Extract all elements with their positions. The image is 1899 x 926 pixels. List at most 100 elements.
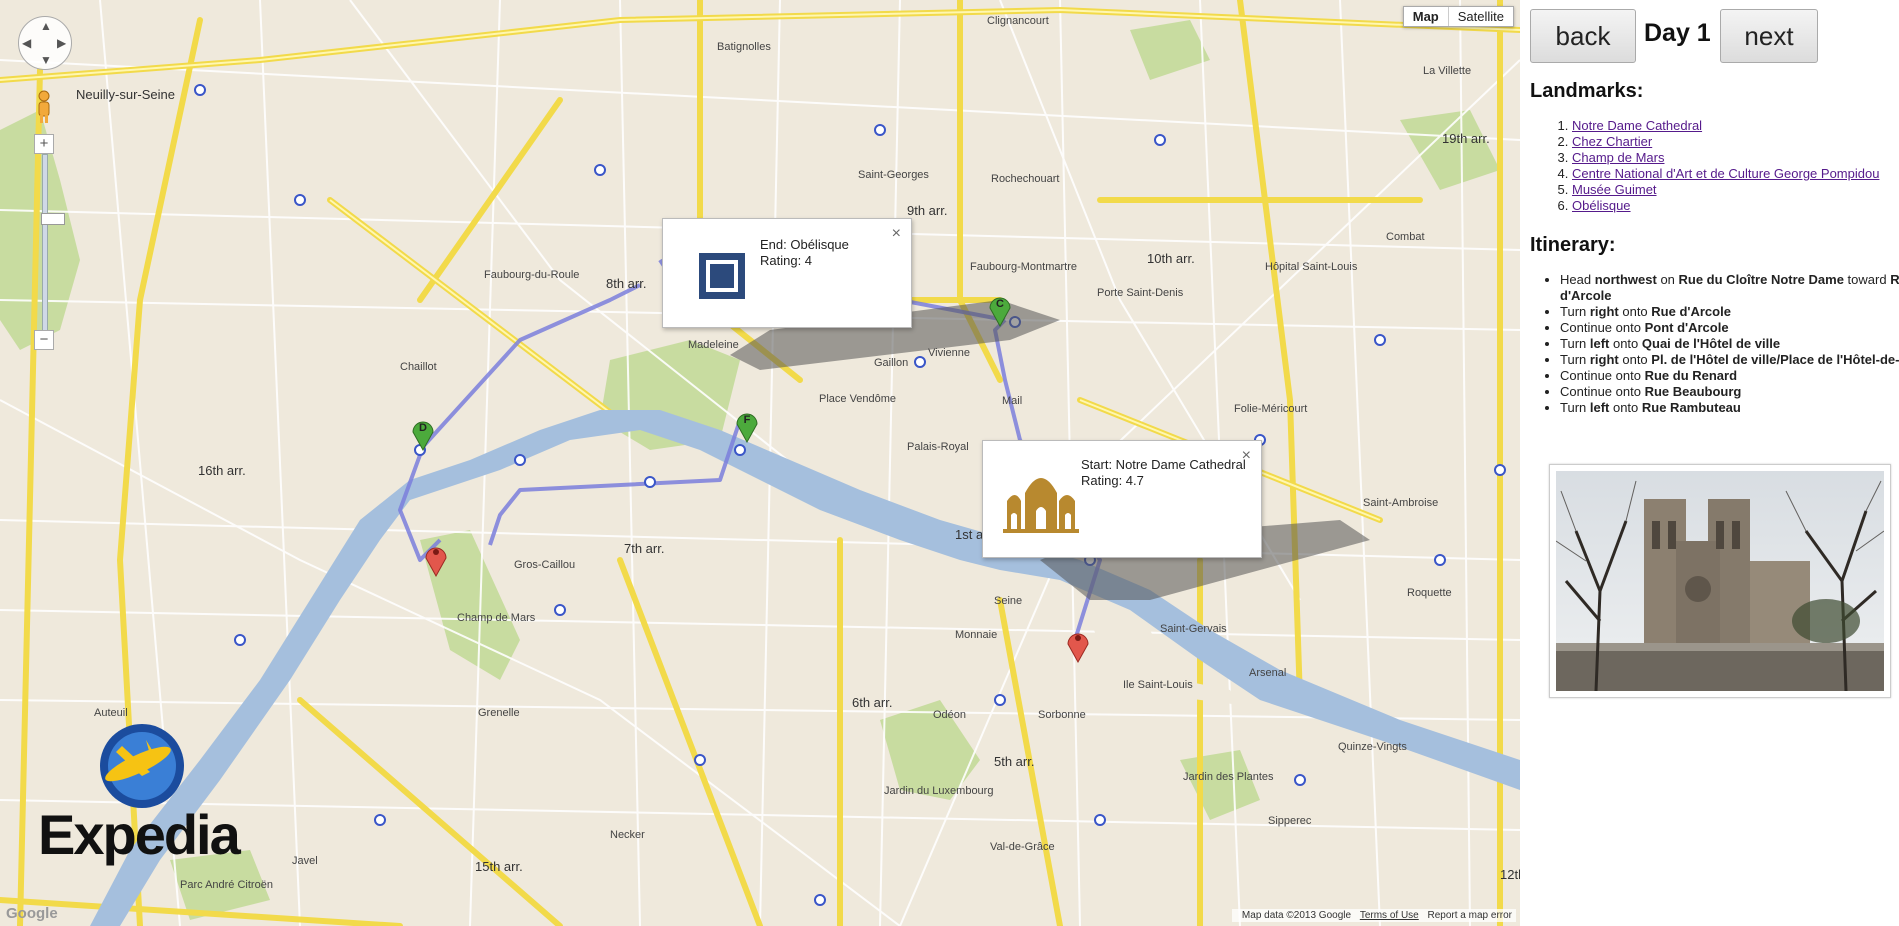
landmark-item: Centre National d'Art et de Culture Geor… xyxy=(1572,166,1879,182)
pan-right-icon[interactable]: ▶ xyxy=(57,36,66,50)
infowindow-start-title: Start: Notre Dame Cathedral xyxy=(1081,457,1246,472)
infowindow-end-rating: Rating: 4 xyxy=(760,253,813,268)
label-10th-arr: 10th arr. xyxy=(1147,251,1195,266)
label-ile-saint-louis: Ile Saint-Louis xyxy=(1123,679,1193,691)
map-attribution: Map data ©2013 Google Terms of Use Repor… xyxy=(1231,909,1516,922)
label-necker: Necker xyxy=(610,829,645,841)
label-seine: Seine xyxy=(994,595,1023,607)
zoom-slider-thumb[interactable] xyxy=(41,213,65,225)
pan-left-icon[interactable]: ◀ xyxy=(22,36,31,50)
report-error-link[interactable]: Report a map error xyxy=(1428,910,1512,921)
itinerary-heading: Itinerary: xyxy=(1530,234,1616,256)
landmark-link[interactable]: Notre Dame Cathedral xyxy=(1572,118,1702,133)
infowindow-end: × End: Obélisque Rating: 4 xyxy=(662,218,912,328)
label-sorbonne: Sorbonne xyxy=(1038,709,1086,721)
marker-red-notre-dame[interactable] xyxy=(1063,624,1093,664)
label-auteuil: Auteuil xyxy=(94,707,128,719)
back-button[interactable]: back xyxy=(1530,9,1636,63)
label-9th-arr: 9th arr. xyxy=(907,203,948,218)
label-parc-andre-citroen: Parc André Citroën xyxy=(180,879,273,891)
day-title: Day 1 xyxy=(1644,19,1711,47)
itinerary-step: Head northwest on Rue du Cloître Notre D… xyxy=(1560,272,1899,304)
label-quinze-vingts: Quinze-Vingts xyxy=(1338,741,1407,753)
label-6th-arr: 6th arr. xyxy=(852,695,893,710)
label-neuilly: Neuilly-sur-Seine xyxy=(76,87,175,102)
label-15th-arr: 15th arr. xyxy=(475,859,523,874)
label-la-villette: La Villette xyxy=(1423,65,1472,77)
label-saint-gervais: Saint-Gervais xyxy=(1160,623,1227,635)
label-roquette: Roquette xyxy=(1407,587,1452,599)
landmark-link[interactable]: Champ de Mars xyxy=(1572,150,1664,165)
landmark-link[interactable]: Chez Chartier xyxy=(1572,134,1652,149)
label-clignancourt: Clignancourt xyxy=(987,15,1049,27)
pan-up-icon[interactable]: ▲ xyxy=(40,19,52,33)
svg-text:C: C xyxy=(996,298,1004,310)
zoom-control: + − xyxy=(34,134,65,350)
terms-of-use-link[interactable]: Terms of Use xyxy=(1360,910,1419,921)
label-saint-georges: Saint-Georges xyxy=(858,169,929,181)
label-faubourg-roule: Faubourg-du-Roule xyxy=(484,269,580,281)
label-madeleine: Madeleine xyxy=(688,339,739,351)
label-12th-arr: 12th xyxy=(1500,867,1520,882)
next-button[interactable]: next xyxy=(1720,9,1818,63)
cathedral-icon xyxy=(1003,478,1079,533)
landmark-item: Champ de Mars xyxy=(1572,150,1879,166)
label-8th-arr: 8th arr. xyxy=(606,276,647,291)
itinerary-list: Head northwest on Rue du Cloître Notre D… xyxy=(1530,272,1899,416)
pegman-icon[interactable] xyxy=(34,90,54,124)
zoom-in-button[interactable]: + xyxy=(34,134,54,154)
map-canvas[interactable]: Neuilly-sur-Seine Batignolles Clignancou… xyxy=(0,0,1520,926)
svg-text:D: D xyxy=(419,422,427,434)
itinerary-step: Turn right onto Rue d'Arcole xyxy=(1560,304,1899,320)
pan-control[interactable]: ▲ ▼ ◀ ▶ xyxy=(18,16,72,70)
landmark-item: Obélisque xyxy=(1572,198,1879,214)
landmark-link[interactable]: Centre National d'Art et de Culture Geor… xyxy=(1572,166,1879,181)
landmark-item: Musée Guimet xyxy=(1572,182,1879,198)
label-palais-royal: Palais-Royal xyxy=(907,441,969,453)
marker-f[interactable]: F xyxy=(732,404,762,444)
label-sipperec: Sipperec xyxy=(1268,815,1312,827)
label-hopital-saint-louis: Hôpital Saint-Louis xyxy=(1265,261,1358,273)
expedia-brand: Expedia xyxy=(38,803,241,866)
landmarks-list: Notre Dame Cathedral Chez Chartier Champ… xyxy=(1530,118,1879,214)
label-arsenal: Arsenal xyxy=(1249,667,1287,679)
map-type-control: Map Satellite xyxy=(1402,6,1514,27)
label-grenelle: Grenelle xyxy=(478,707,520,719)
label-gaillon: Gaillon xyxy=(874,357,909,369)
label-porte-saint-denis: Porte Saint-Denis xyxy=(1097,287,1184,299)
label-champ-de-mars: Champ de Mars xyxy=(457,612,536,624)
label-javel: Javel xyxy=(292,855,318,867)
label-faubourg-montmartre: Faubourg-Montmartre xyxy=(970,261,1077,273)
svg-text:F: F xyxy=(744,414,751,426)
label-rochechouart: Rochechouart xyxy=(991,173,1060,185)
label-val-de-grace: Val-de-Grâce xyxy=(990,841,1055,853)
itinerary-step: Continue onto Rue Beaubourg xyxy=(1560,384,1899,400)
map-type-satellite-button[interactable]: Satellite xyxy=(1449,7,1513,26)
itinerary-step: Turn right onto Pl. de l'Hôtel de ville/… xyxy=(1560,352,1899,368)
label-jardin-plantes: Jardin des Plantes xyxy=(1183,771,1274,783)
label-saint-ambroise: Saint-Ambroise xyxy=(1363,497,1439,509)
label-combat: Combat xyxy=(1386,231,1425,243)
pan-down-icon[interactable]: ▼ xyxy=(40,53,52,67)
label-vivienne: Vivienne xyxy=(928,347,970,359)
landmark-link[interactable]: Musée Guimet xyxy=(1572,182,1657,197)
marker-d[interactable]: D xyxy=(408,412,438,452)
label-place-vendome: Place Vendôme xyxy=(819,393,897,405)
itinerary-step: Continue onto Pont d'Arcole xyxy=(1560,320,1899,336)
label-chaillot: Chaillot xyxy=(400,361,437,373)
sidebar: back Day 1 next Landmarks: Notre Dame Ca… xyxy=(1520,0,1899,926)
label-7th-arr: 7th arr. xyxy=(624,541,665,556)
landmarks-heading: Landmarks: xyxy=(1530,80,1644,102)
marker-red-champ-de-mars[interactable] xyxy=(421,538,451,578)
close-icon[interactable]: × xyxy=(892,225,901,243)
zoom-slider[interactable] xyxy=(41,154,65,346)
landmark-item: Notre Dame Cathedral xyxy=(1572,118,1879,134)
map-type-map-button[interactable]: Map xyxy=(1404,7,1449,26)
label-batignolles: Batignolles xyxy=(717,41,771,53)
landmark-link[interactable]: Obélisque xyxy=(1572,198,1631,213)
itinerary-step: Turn left onto Quai de l'Hôtel de ville xyxy=(1560,336,1899,352)
label-19th-arr: 19th arr. xyxy=(1442,131,1490,146)
label-16th-arr: 16th arr. xyxy=(198,463,246,478)
zoom-out-button[interactable]: − xyxy=(34,330,54,350)
marker-c[interactable]: C xyxy=(985,288,1015,328)
